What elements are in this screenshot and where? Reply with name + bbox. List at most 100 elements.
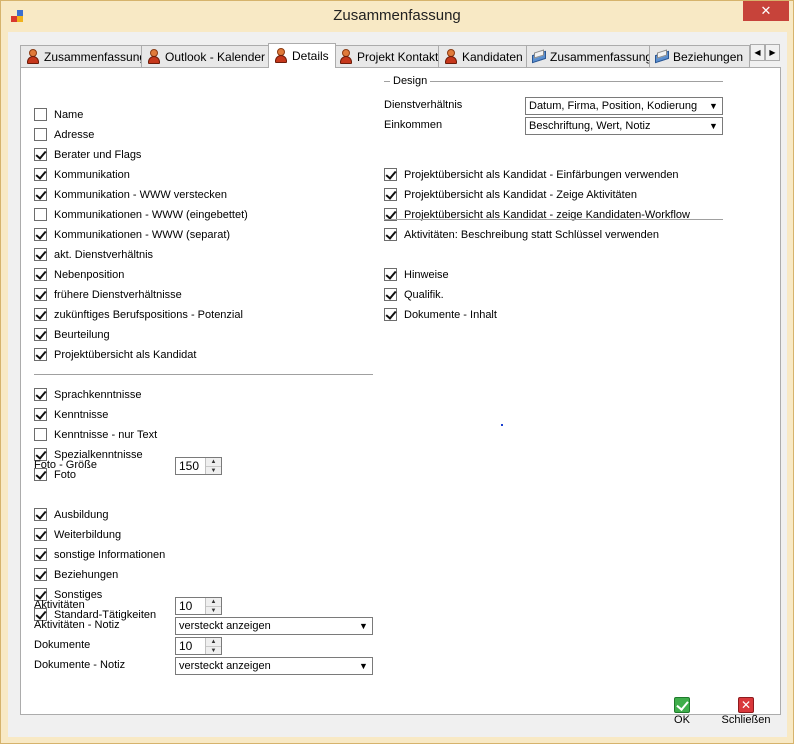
tab-details[interactable]: Details <box>268 43 336 68</box>
checkbox[interactable] <box>34 148 47 161</box>
checkbox-label: Dokumente - Inhalt <box>404 309 497 321</box>
spin-down-icon[interactable]: ▼ <box>206 466 221 474</box>
dokumente-value: 10 <box>179 639 193 653</box>
checkbox-row[interactable]: Projektübersicht als Kandidat - Zeige Ak… <box>384 187 637 203</box>
checkbox[interactable] <box>34 248 47 261</box>
checkbox[interactable] <box>384 228 397 241</box>
checkbox-row[interactable]: Projektübersicht als Kandidat - zeige Ka… <box>384 207 690 223</box>
window-close-button[interactable]: ✕ <box>743 1 789 21</box>
aktivitaeten-spinner[interactable]: 10 ▲ ▼ <box>175 597 222 615</box>
checkbox[interactable] <box>34 228 47 241</box>
dienstverhaeltnis-select[interactable]: Datum, Firma, Position, Kodierung ▼ <box>525 97 723 115</box>
dokumente-label: Dokumente <box>34 639 91 651</box>
einkommen-select[interactable]: Beschriftung, Wert, Notiz ▼ <box>525 117 723 135</box>
spin-down-icon[interactable]: ▼ <box>206 606 221 614</box>
checkbox[interactable] <box>34 328 47 341</box>
spin-down-icon[interactable]: ▼ <box>206 646 221 654</box>
tab-zusammenfassung[interactable]: Zusammenfassung <box>20 45 154 67</box>
tab-scroll-left-icon[interactable]: ◀ <box>750 44 765 61</box>
spin-up-icon[interactable]: ▲ <box>206 638 221 646</box>
checkbox[interactable] <box>34 508 47 521</box>
checkbox-row[interactable]: Beurteilung <box>34 327 110 343</box>
aktivitaeten-notiz-select[interactable]: versteckt anzeigen ▼ <box>175 617 373 635</box>
checkbox-row[interactable]: Dokumente - Inhalt <box>384 307 497 323</box>
checkbox[interactable] <box>34 188 47 201</box>
checkbox-row[interactable]: Kommunikation - WWW verstecken <box>34 187 227 203</box>
checkbox-row[interactable]: Nebenposition <box>34 267 124 283</box>
checkbox[interactable] <box>384 188 397 201</box>
title-bar[interactable]: Zusammenfassung ✕ <box>1 1 793 31</box>
checkbox-row[interactable]: Kommunikationen - WWW (separat) <box>34 227 230 243</box>
checkbox-row[interactable]: Aktivitäten: Beschreibung statt Schlüsse… <box>384 227 659 243</box>
tab-zusammenfassung-2[interactable]: Zusammenfassung <box>526 45 660 67</box>
checkbox[interactable] <box>34 548 47 561</box>
aktivitaeten-label: Aktivitäten <box>34 599 85 611</box>
checkbox[interactable] <box>34 108 47 121</box>
spin-up-icon[interactable]: ▲ <box>206 598 221 606</box>
checkbox-row[interactable]: Beziehungen <box>34 567 118 583</box>
checkbox[interactable] <box>34 388 47 401</box>
design-group-label: Design <box>390 74 431 88</box>
tab-scroll-right-icon[interactable]: ▶ <box>765 44 780 61</box>
checkbox[interactable] <box>384 268 397 281</box>
checkbox-row[interactable]: Projektübersicht als Kandidat <box>34 347 196 363</box>
chevron-down-icon[interactable]: ▼ <box>706 99 721 113</box>
tab-projekt-kontakt[interactable]: Projekt Kontakt <box>333 45 446 67</box>
checkbox-row[interactable]: Ausbildung <box>34 507 108 523</box>
checkbox-row[interactable]: Kenntnisse <box>34 407 108 423</box>
stray-dot <box>501 424 503 426</box>
checkbox-label: Berater und Flags <box>54 149 142 161</box>
foto-size-spinner[interactable]: 150 ▲ ▼ <box>175 457 222 475</box>
ok-button[interactable]: OK <box>667 697 697 726</box>
checkbox-row[interactable]: Adresse <box>34 127 94 143</box>
checkbox-row[interactable]: Name <box>34 107 83 123</box>
tab-outlook-kalender[interactable]: Outlook - Kalender <box>141 45 273 67</box>
checkbox[interactable] <box>34 568 47 581</box>
checkbox[interactable] <box>34 288 47 301</box>
checkbox[interactable] <box>34 268 47 281</box>
chevron-down-icon[interactable]: ▼ <box>706 119 721 133</box>
checkbox-row[interactable]: Sprachkenntnisse <box>34 387 141 403</box>
checkbox-row[interactable]: Kenntnisse - nur Text <box>34 427 157 443</box>
checkbox-row[interactable]: Weiterbildung <box>34 527 121 543</box>
chevron-down-icon[interactable]: ▼ <box>356 619 371 633</box>
checkbox[interactable] <box>34 168 47 181</box>
foto-size-value: 150 <box>179 459 200 473</box>
checkbox[interactable] <box>34 128 47 141</box>
tab-kandidaten[interactable]: Kandidaten <box>438 45 530 67</box>
checkbox-row[interactable]: akt. Dienstverhältnis <box>34 247 153 263</box>
checkbox[interactable] <box>34 408 47 421</box>
checkbox[interactable] <box>34 428 47 441</box>
checkbox-label: Beziehungen <box>54 569 119 581</box>
checkbox-label: Name <box>54 109 84 121</box>
checkbox[interactable] <box>384 308 397 321</box>
separator <box>384 219 723 220</box>
dokumente-notiz-select[interactable]: versteckt anzeigen ▼ <box>175 657 373 675</box>
checkbox-row[interactable]: Kommunikationen - WWW (eingebettet) <box>34 207 248 223</box>
dokumente-notiz-label: Dokumente - Notiz <box>34 659 126 671</box>
checkbox[interactable] <box>384 168 397 181</box>
book-icon <box>532 49 546 64</box>
checkbox[interactable] <box>34 348 47 361</box>
spin-up-icon[interactable]: ▲ <box>206 458 221 466</box>
checkbox[interactable] <box>34 308 47 321</box>
checkbox[interactable] <box>34 528 47 541</box>
checkbox-row[interactable]: Qualifik. <box>384 287 444 303</box>
checkbox-row[interactable]: zukünftiges Berufspositions - Potenzial <box>34 307 243 323</box>
dokumente-spinner[interactable]: 10 ▲ ▼ <box>175 637 222 655</box>
checkbox-row[interactable]: Projektübersicht als Kandidat - Einfärbu… <box>384 167 679 183</box>
tab-strip: Zusammenfassung Outlook - Kalender Detai… <box>20 43 751 68</box>
chevron-down-icon[interactable]: ▼ <box>356 659 371 673</box>
checkbox[interactable] <box>34 208 47 221</box>
checkbox-row[interactable]: Berater und Flags <box>34 147 141 163</box>
checkbox-row[interactable]: frühere Dienstverhältnisse <box>34 287 182 303</box>
aktivitaeten-value: 10 <box>179 599 193 613</box>
checkbox-row[interactable]: Kommunikation <box>34 167 130 183</box>
checkbox-label: sonstige Informationen <box>54 549 166 561</box>
checkbox-row[interactable]: sonstige Informationen <box>34 547 165 563</box>
checkbox[interactable] <box>384 288 397 301</box>
tab-beziehungen[interactable]: Beziehungen <box>649 45 751 67</box>
dialog-client: Zusammenfassung Outlook - Kalender Detai… <box>8 32 787 737</box>
checkbox-row[interactable]: Hinweise <box>384 267 449 283</box>
close-button[interactable]: ✕ Schließen <box>718 697 774 726</box>
